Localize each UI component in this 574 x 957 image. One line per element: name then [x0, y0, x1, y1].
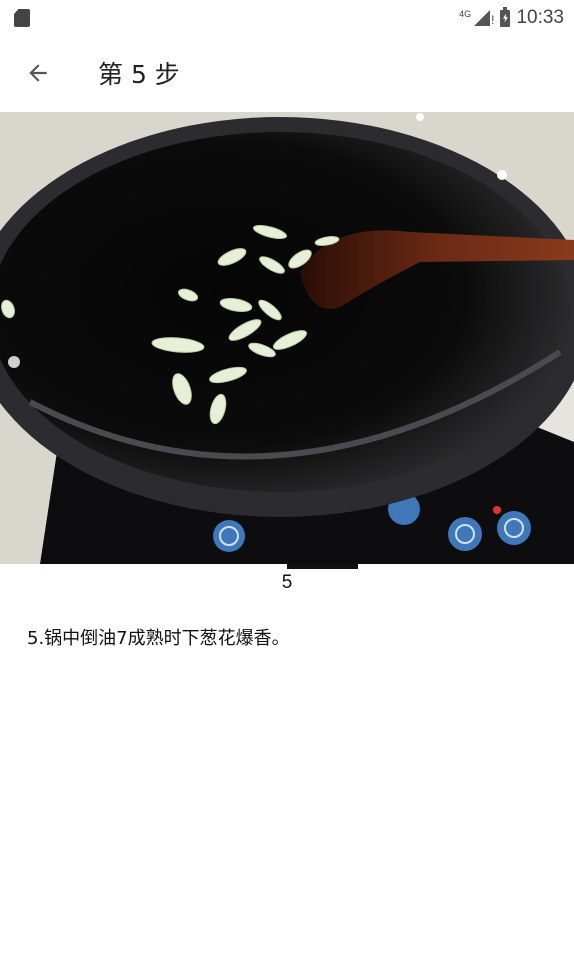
page-number: 5: [281, 572, 293, 593]
no-data-icon: !: [491, 13, 495, 27]
page-title: 第 5 步: [98, 60, 180, 89]
status-time: 10:33: [516, 7, 564, 28]
step-photo[interactable]: [0, 112, 574, 564]
status-bar: 4G ! 10:33: [0, 0, 574, 36]
arrow-left-icon: [29, 64, 47, 82]
cooker-button-power: [497, 511, 531, 545]
cooker-button-timer: [448, 517, 482, 551]
back-button[interactable]: [12, 47, 64, 99]
network-type: 4G: [459, 8, 472, 19]
battery-charging-icon: [500, 6, 511, 27]
signal-icon: [474, 10, 491, 26]
page-indicator-bar: [287, 564, 358, 569]
step-description: 5.锅中倒油7成熟时下葱花爆香。: [27, 628, 290, 649]
cooker-button-minus: [213, 520, 245, 552]
sd-card-icon: [14, 9, 30, 27]
app-bar: 第 5 步: [0, 36, 574, 110]
